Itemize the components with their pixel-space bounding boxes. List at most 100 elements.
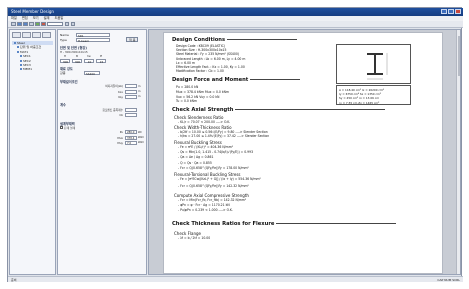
section-diagram [336,44,411,84]
report-line: - h/tw = 27.00 ≤ 1.49√(E/Fy) = 37.42 ---… [178,134,270,139]
report-line: Modification Factor : Cb = 1.00 [176,69,224,74]
field-row: KLy m [60,94,144,99]
report-line: - Fcr = Q(0.658^(QFy/Fe))Fy = 178.00 N/m… [178,165,249,170]
report-line: Tu = 0.0 kNm [176,99,197,104]
field-label: Pu [119,130,123,135]
tree-item-label: MEM1 [23,67,32,72]
field-input[interactable] [125,113,137,118]
move-up-button[interactable] [32,32,41,38]
stage-design-label: 단계 설계 [64,125,76,130]
report-icon[interactable] [64,21,69,27]
new-file-icon[interactable] [11,21,16,27]
tree-item-label: 단위 및 하중조건 [20,45,42,50]
heading-design-conditions: Design Conditions [172,37,298,43]
status-text: 준비 [11,278,17,282]
tree-node-icon [17,50,19,53]
field-unit: kNm [138,141,144,145]
tree-node-icon [20,59,22,62]
add-node-button[interactable] [12,32,21,38]
report-line: - Fcr = Q(0.658^(QFy/Fe))Fy = 142.32 N/m… [178,183,249,188]
save-icon[interactable] [23,21,28,27]
section-prop-row: Iy = 6750 cm⁴ Sx = 1350 cm³ [339,91,381,96]
field-input[interactable] [125,89,137,94]
toolbar [8,21,463,28]
field-unit: m [138,90,141,94]
stage-design-checkbox[interactable] [60,126,63,130]
report-line: - Fe = π²E / (KL/r)² = 404.36 N/mm² [178,145,233,149]
close-button[interactable] [455,9,461,14]
report-line: - Fcr = Min(Fcr_fb, Fcr_ftb) = 142.32 N/… [178,198,247,202]
field-label: 휨모멘트 증폭계수 [102,107,123,112]
field-label: Cb [119,113,123,118]
field-input[interactable]: 280.0 [125,130,137,135]
section-properties-table: A = 118.40 cm² Ix = 20200 cm⁴ Iy = 6750 c… [336,85,411,105]
report-scrollbar[interactable] [456,30,460,274]
name-input[interactable]: SD1 [76,32,110,38]
field-unit: m [138,84,141,88]
report-line: - Q = Qs · Qa = 0.855 [178,160,212,165]
tree-node-icon [20,68,22,71]
type-label: Type [60,37,67,42]
field-input[interactable] [125,107,137,112]
move-down-button[interactable] [42,32,51,38]
report-line: Pu = 280.0 kN [176,85,199,89]
field-label: KLx [118,89,123,94]
field-label: Muy [117,140,123,145]
model-tree-panel: Steel 단위 및 하중조건 MAT1 SEC1 SEC2 SEC3 MEM1 [9,29,56,275]
window-title: Steel Member Design [11,9,54,14]
section-prop-row: Sy = 450 cm³ rx = 13.06 cm [339,96,380,101]
section-b-input[interactable]: 300 [72,58,82,64]
section-h-input[interactable]: 300 [60,58,70,64]
scrollbar-thumb[interactable] [457,36,460,76]
report-line: - KL/r = 70.07 < 200.00 ----> O.K. [178,120,231,124]
field-row: Muy 7.0 kNm [60,140,144,145]
field-unit: m [138,95,141,99]
material-select[interactable]: SS400 [84,71,100,76]
section-prop-row: A = 118.40 cm² Ix = 20200 cm⁴ [339,87,384,92]
maximize-button[interactable] [448,9,454,14]
properties-panel: Name SD1 Type H-beam 적 용 단면 및 단면 (형강) H … [57,29,147,275]
report-line: - Qs = Min(1.0, 1.415 - 0.74(b/t)√(Fy/E)… [178,150,254,155]
unit-select[interactable] [47,21,63,27]
tree-item[interactable]: MEM1 [12,67,53,71]
tree-node-icon [20,55,22,58]
section-grid-values: 300 300 10 15 [60,58,144,64]
report-line: Vux = 56.2 kN Vuy = 0.0 kN [176,94,220,99]
field-input[interactable]: 378.4 [125,135,137,140]
title-bar: Steel Member Design [8,8,463,16]
type-select[interactable]: H-beam [76,37,110,43]
tree-node-icon [14,42,16,44]
tree-item-label: SEC2 [23,58,31,63]
material-label: 강종 [60,71,66,76]
tree-item-label: Steel [17,41,25,45]
report-page: Design Conditions Design Code : KBC09 (E… [163,32,443,274]
print-icon[interactable] [29,21,34,27]
tree-node-icon [17,46,19,49]
field-input[interactable] [125,94,137,99]
field-input[interactable] [125,84,137,89]
section-tf-input[interactable]: 15 [96,58,106,64]
field-unit: kNm [138,136,144,139]
open-folder-icon[interactable] [17,21,22,27]
report-line: - λf = b / 2tf = 10.00 [178,236,211,240]
minimize-button[interactable] [441,9,447,14]
h-section-icon [367,53,388,80]
report-view[interactable]: Design Conditions Design Code : KBC09 (E… [148,29,461,275]
field-label: 비지지길이(Lb) [105,84,123,89]
heading-design-force: Design Force and Moment [172,77,301,83]
stop-icon[interactable] [41,21,46,27]
field-label: KLy [118,94,123,99]
name-label: Name [60,32,69,37]
report-line: - Fe = [π²ECw/(KzL)² + GJ] / (Ix + Iy) =… [178,177,261,181]
status-bar: 준비 CAP NUM SCRL [8,276,463,282]
field-label: Mux [117,135,123,140]
report-line: - φPn = φ · Fcr · Ag = 1170.21 kN [178,203,230,208]
section-tw-input[interactable]: 10 [84,58,94,64]
run-design-icon[interactable] [35,21,40,27]
app-window: Steel Member Design 파일 편집 보기 설계 도움말 Stee… [7,7,463,282]
field-input[interactable]: 7.0 [125,140,137,145]
delete-node-button[interactable] [22,32,31,38]
help-icon[interactable] [70,21,75,27]
apply-button[interactable]: 적 용 [126,37,139,42]
model-tree: Steel 단위 및 하중조건 MAT1 SEC1 SEC2 SEC3 MEM1 [10,40,55,73]
